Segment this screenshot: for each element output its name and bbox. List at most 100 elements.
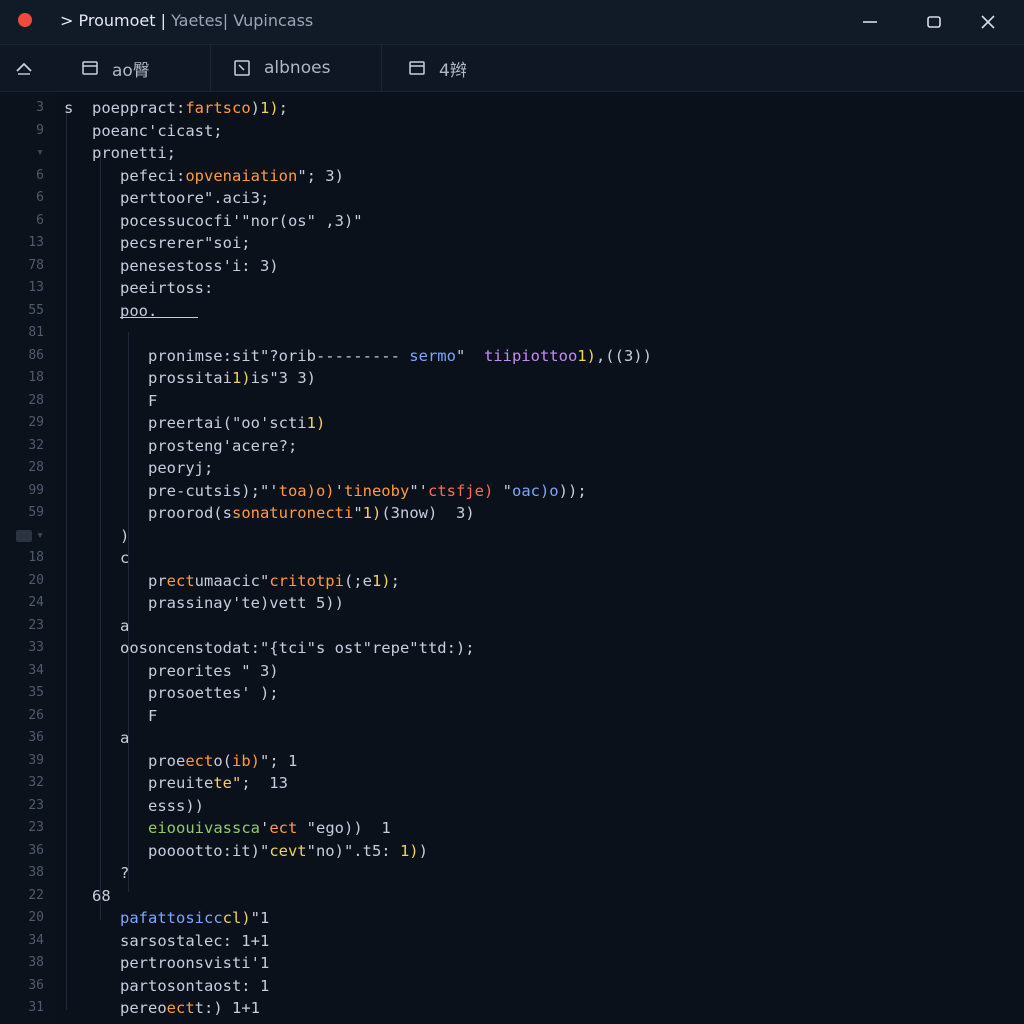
code-line[interactable]: preertai("oo'scti1) <box>64 412 325 434</box>
window-title-rest: Yaetes| Vupincass <box>165 11 314 30</box>
line-number: 86 <box>28 347 44 363</box>
line-number: 59 <box>28 505 44 520</box>
tab-2-label: albnoes <box>264 58 331 78</box>
code-line[interactable]: pocessucocfi'"nor(os" ,3)" <box>64 210 363 232</box>
tab-1[interactable]: ao臀 <box>56 45 211 91</box>
breakpoint-marker[interactable] <box>16 529 32 542</box>
window-icon <box>80 58 100 78</box>
line-number: 36 <box>28 730 44 745</box>
code-line[interactable]: pronetti; <box>64 142 176 164</box>
window-title: > Proumoet | Yaetes| Vupincass <box>60 11 313 30</box>
code-line[interactable]: esss)) <box>64 795 204 817</box>
line-number-gutter: 3 9 ▾ 6 6 6 13 78 13 55 81 86 18 28 29 32 28 99 59 ▾ 18 20 24 2… <box>0 92 57 1024</box>
minimize-button[interactable] <box>856 8 884 36</box>
title-bar: > Proumoet | Yaetes| Vupincass <box>0 0 1024 45</box>
code-line[interactable]: perttoore".aci3; <box>64 187 269 209</box>
line-number: 20 <box>28 572 44 588</box>
code-editor[interactable]: s poeppract:fartsco)1); poeanc'cicast; p… <box>56 92 1024 1024</box>
maximize-button[interactable] <box>920 8 948 36</box>
up-arrow-icon <box>16 62 32 75</box>
line-number: 23 <box>28 617 44 633</box>
line-number: 24 <box>28 595 44 610</box>
code-line[interactable]: pre-cutsis);"'toa)o)'tineoby"'ctsfje) "o… <box>64 480 587 502</box>
code-line[interactable]: partosontaost: 1 <box>64 975 269 997</box>
code-line[interactable]: c <box>64 547 129 569</box>
line-number: 36 <box>28 842 44 858</box>
window-title-prefix: > Proumoet | <box>60 11 166 30</box>
code-line[interactable]: proeecto(ib)"; 1 <box>64 750 297 772</box>
code-line[interactable]: sarsostalec: 1+1 <box>64 930 269 952</box>
line-number: 18 <box>28 550 44 565</box>
code-line[interactable]: pafattosicccl)"1 <box>64 907 269 929</box>
code-line[interactable]: ) <box>64 525 129 547</box>
line-number: 20 <box>28 910 44 925</box>
line-number: 38 <box>28 955 44 970</box>
code-line[interactable]: poeanc'cicast; <box>64 120 223 142</box>
line-number: 33 <box>28 640 44 655</box>
code-line[interactable]: poo. <box>64 300 157 322</box>
code-line[interactable]: 68 <box>64 885 111 907</box>
tab-2[interactable]: albnoes <box>212 45 382 91</box>
tab-3[interactable]: 4辫 <box>383 45 513 91</box>
code-line[interactable]: prosteng'acere?; <box>64 435 297 457</box>
code-line[interactable]: prassinay'te)vett 5)) <box>64 592 344 614</box>
line-number: 99 <box>28 482 44 498</box>
code-line[interactable]: ? <box>64 862 129 884</box>
code-line[interactable]: proorod(ssonaturonecti"1)(3now) 3) <box>64 502 475 524</box>
code-line[interactable]: eioouivassca'ect "ego)) 1 <box>64 817 391 839</box>
code-line[interactable]: preorites " 3) <box>64 660 279 682</box>
code-line[interactable]: s poeppract:fartsco)1); <box>64 97 288 119</box>
line-number: 6 <box>36 190 44 205</box>
line-number: 23 <box>28 820 44 835</box>
line-number: 22 <box>28 887 44 903</box>
line-number: 6 <box>36 212 44 228</box>
line-number: 36 <box>28 977 44 993</box>
line-number: 3 <box>36 100 44 115</box>
back-button[interactable] <box>10 55 38 81</box>
code-line[interactable]: pereoectt:) 1+1 <box>64 997 260 1019</box>
line-number: 29 <box>28 415 44 430</box>
line-number: 28 <box>28 460 44 475</box>
code-line[interactable]: F <box>64 705 157 727</box>
code-line[interactable]: peoryj; <box>64 457 213 479</box>
code-line[interactable]: a <box>64 615 129 637</box>
code-line[interactable]: pecsrerer"soi; <box>64 232 251 254</box>
code-line[interactable]: pooootto:it)"cevt"no)".t5: 1)) <box>64 840 428 862</box>
code-line[interactable]: pefeci:opvenaiation"; 3) <box>64 165 344 187</box>
code-line[interactable]: prosoettes' ); <box>64 682 279 704</box>
code-line[interactable]: oosoncenstodat:"{tci"s ost"repe"ttd:); <box>64 637 475 659</box>
line-number: 13 <box>28 235 44 250</box>
line-number: 81 <box>28 325 44 340</box>
code-line[interactable]: pertroonsvisti'1 <box>64 952 269 974</box>
line-number: 18 <box>28 370 44 385</box>
line-number: 28 <box>28 392 44 408</box>
line-number: 38 <box>28 865 44 880</box>
line-number: 26 <box>28 707 44 723</box>
square-icon <box>232 58 252 78</box>
code-line[interactable]: penesestoss'i: 3) <box>64 255 279 277</box>
line-number: 13 <box>28 280 44 295</box>
panel-icon <box>407 58 427 78</box>
close-dot-icon[interactable] <box>18 13 32 27</box>
line-number: 23 <box>28 797 44 813</box>
close-icon <box>981 15 995 29</box>
line-number: 31 <box>28 1000 44 1015</box>
code-line[interactable]: peeirtoss: <box>64 277 213 299</box>
maximize-icon <box>927 16 941 28</box>
line-number: 6 <box>36 167 44 183</box>
line-number: 32 <box>28 437 44 453</box>
code-line[interactable]: pronimse:sit"?orib--------- sermo" tiipi… <box>64 345 652 367</box>
line-number: ▾ <box>36 145 44 160</box>
line-number: 35 <box>28 685 44 700</box>
tab-bar: ao臀 albnoes 4辫 <box>0 45 1024 92</box>
close-button[interactable] <box>974 8 1002 36</box>
code-line[interactable]: preuitete"; 13 <box>64 772 288 794</box>
line-number: 9 <box>36 122 44 138</box>
code-line[interactable]: prossitai1)is"3 3) <box>64 367 316 389</box>
code-line[interactable]: F <box>64 390 157 412</box>
line-number: 32 <box>28 775 44 790</box>
code-line[interactable]: prectumaacic"critotpi(;e1); <box>64 570 400 592</box>
line-number: 39 <box>28 752 44 768</box>
tab-3-label: 4辫 <box>439 60 467 81</box>
code-line[interactable]: a <box>64 727 129 749</box>
